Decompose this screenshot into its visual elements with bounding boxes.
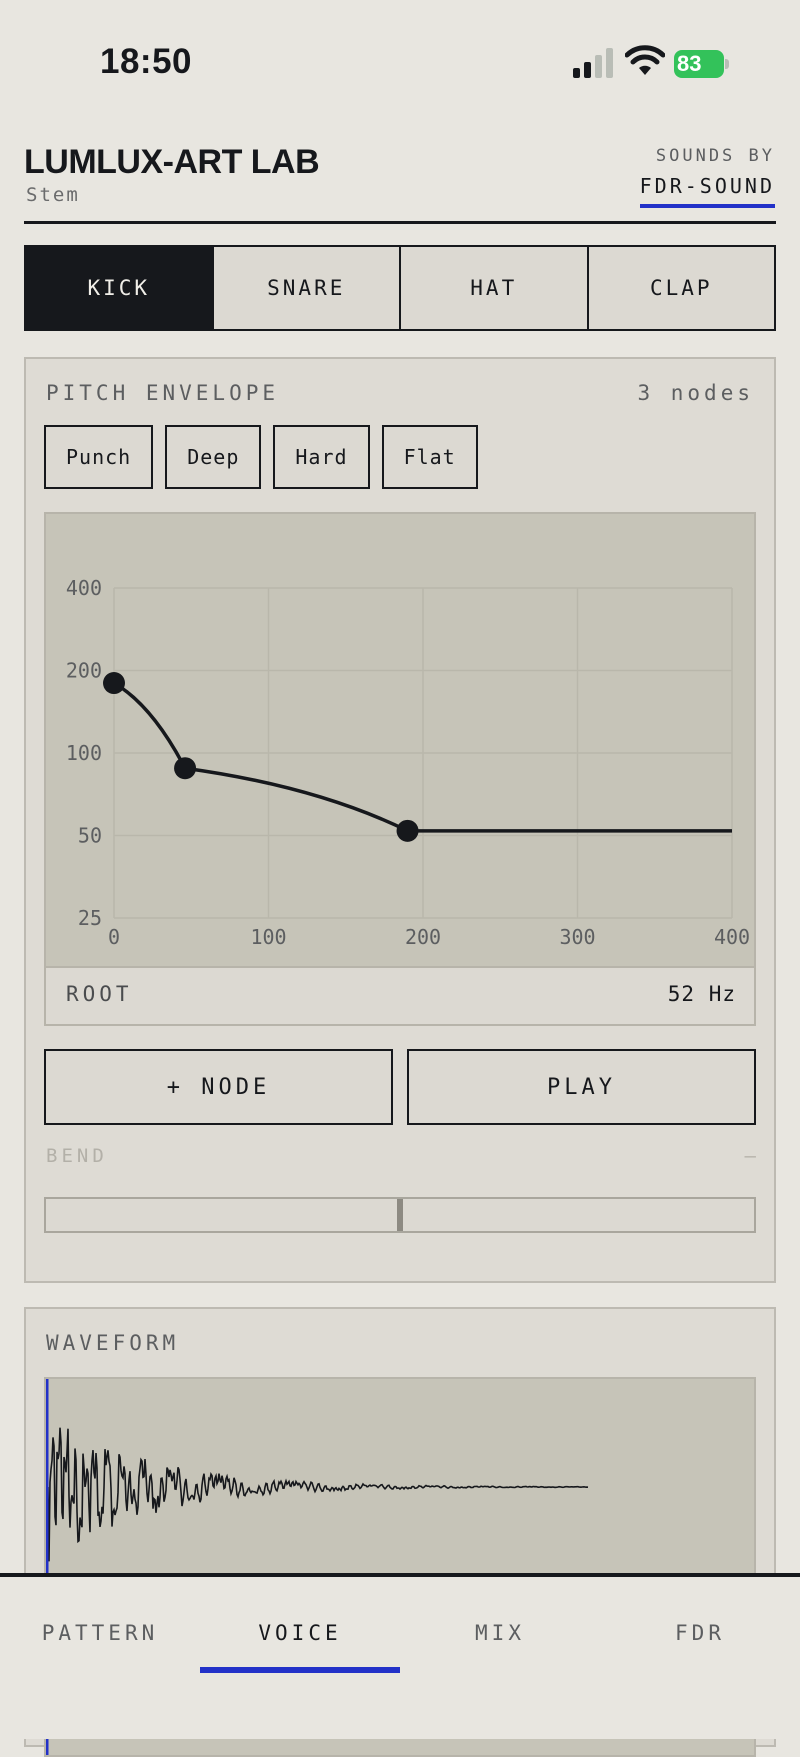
nav-pattern[interactable]: PATTERN (0, 1577, 200, 1739)
battery-level: 83 (677, 51, 702, 76)
envelope-node[interactable] (174, 757, 197, 780)
tab-clap[interactable]: CLAP (586, 245, 776, 331)
tab-hat[interactable]: HAT (399, 245, 589, 331)
cellular-signal-icon (573, 48, 613, 78)
status-time: 18:50 (100, 42, 193, 81)
tab-snare[interactable]: SNARE (211, 245, 401, 331)
envelope-node[interactable] (396, 819, 419, 842)
y-tick-label: 25 (78, 906, 102, 930)
brand-title: LUMLUX-ART LAB (24, 143, 320, 181)
wifi-icon (625, 45, 665, 75)
nav-fdr[interactable]: FDR (600, 1577, 800, 1739)
x-tick-label: 200 (405, 925, 441, 949)
envelope-actions: + NODE PLAY (44, 1049, 756, 1125)
envelope-node[interactable] (103, 672, 125, 695)
preset-hard-button[interactable]: Hard (273, 425, 370, 489)
x-tick-label: 100 (250, 925, 286, 949)
nav-voice-label: VOICE (258, 1621, 342, 1645)
battery-icon: 83 (674, 50, 730, 78)
pitch-envelope-title: PITCH ENVELOPE (46, 381, 280, 405)
nav-voice[interactable]: VOICE (200, 1577, 400, 1739)
fdr-sound-link[interactable]: FDR-SOUND (639, 174, 775, 208)
y-tick-label: 100 (66, 741, 102, 765)
nav-active-indicator (200, 1667, 400, 1673)
root-row: ROOT 52 Hz (44, 968, 756, 1026)
sounds-by-label: SOUNDS BY (655, 146, 775, 166)
waveform-trace (47, 1427, 589, 1562)
tab-kick[interactable]: KICK (24, 245, 214, 331)
header-divider (24, 221, 776, 224)
status-bar: 18:50 83 (0, 0, 800, 110)
play-button[interactable]: PLAY (407, 1049, 756, 1125)
x-tick-label: 400 (714, 925, 750, 949)
waveform-title: WAVEFORM (46, 1331, 180, 1355)
nav-mix-label: MIX (475, 1621, 525, 1645)
brand-subtitle: Stem (26, 184, 80, 206)
bend-label: BEND (46, 1145, 108, 1167)
pitch-envelope-graph[interactable]: 0 100 200 300 400 400 200 100 50 25 (44, 512, 756, 968)
preset-group: Punch Deep Hard Flat (44, 425, 478, 489)
x-tick-label: 300 (559, 925, 595, 949)
node-count: 3 nodes (637, 381, 754, 405)
preset-punch-button[interactable]: Punch (44, 425, 154, 489)
bottom-nav: PATTERN VOICE MIX FDR (0, 1573, 800, 1739)
preset-deep-button[interactable]: Deep (165, 425, 262, 489)
x-tick-label: 0 (108, 925, 120, 949)
nav-fdr-label: FDR (675, 1621, 725, 1645)
bend-value: — (744, 1145, 756, 1167)
nav-pattern-label: PATTERN (41, 1621, 159, 1645)
root-value: 52 Hz (667, 982, 736, 1006)
bend-slider-thumb[interactable] (397, 1199, 403, 1231)
root-label: ROOT (66, 982, 133, 1006)
preset-flat-button[interactable]: Flat (381, 425, 478, 489)
pitch-envelope-panel: PITCH ENVELOPE 3 nodes Punch Deep Hard F… (24, 357, 776, 1283)
add-node-button[interactable]: + NODE (44, 1049, 393, 1125)
nav-mix[interactable]: MIX (400, 1577, 600, 1739)
voice-tabs: KICK SNARE HAT CLAP (24, 245, 776, 331)
y-tick-label: 400 (66, 576, 102, 600)
y-tick-label: 200 (66, 659, 102, 683)
envelope-chart-svg[interactable]: 0 100 200 300 400 400 200 100 50 25 (46, 514, 754, 966)
y-tick-label: 50 (78, 824, 102, 848)
bend-slider[interactable] (44, 1197, 756, 1233)
